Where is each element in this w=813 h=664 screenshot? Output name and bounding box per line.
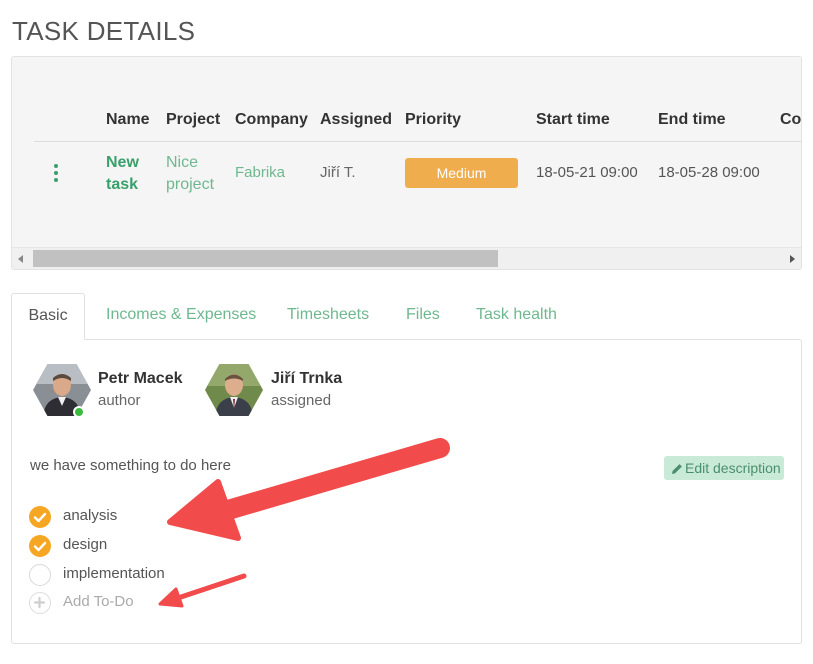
- edit-description-button[interactable]: Edit description: [664, 456, 784, 480]
- column-header-completion[interactable]: Com: [780, 111, 801, 129]
- tab-task-health[interactable]: Task health: [476, 293, 557, 340]
- todo-label[interactable]: implementation: [63, 565, 165, 582]
- task-description: we have something to do here: [30, 457, 231, 474]
- scroll-right-arrow-icon[interactable]: [790, 255, 795, 263]
- column-header-project[interactable]: Project: [166, 111, 220, 129]
- plus-icon: [33, 596, 46, 609]
- assignee-role: assigned: [271, 392, 332, 409]
- end-time-cell: 18-05-28 09:00: [658, 164, 760, 181]
- task-name-line2: task: [106, 176, 139, 193]
- checkmark-icon: [33, 541, 47, 552]
- column-header-name[interactable]: Name: [106, 111, 150, 129]
- tab-incomes-expenses[interactable]: Incomes & Expenses: [106, 293, 256, 340]
- checkmark-icon: [33, 512, 47, 523]
- column-header-end-time[interactable]: End time: [658, 111, 726, 129]
- online-status-icon: [73, 406, 85, 418]
- todo-label[interactable]: analysis: [63, 507, 117, 524]
- assignee-name[interactable]: Jiří Trnka: [271, 370, 342, 388]
- company-link[interactable]: Fabrika: [235, 164, 285, 181]
- horizontal-scrollbar[interactable]: [12, 247, 801, 269]
- task-name-line1: New: [106, 154, 139, 171]
- project-link[interactable]: Nice project: [166, 152, 226, 196]
- start-time-cell: 18-05-21 09:00: [536, 164, 638, 181]
- page-title: TASK DETAILS: [12, 16, 196, 46]
- todo-checkbox-checked[interactable]: [29, 535, 51, 557]
- assigned-cell: Jiří T.: [320, 164, 356, 181]
- scroll-left-arrow-icon[interactable]: [18, 255, 23, 263]
- scrollbar-thumb[interactable]: [33, 250, 498, 267]
- header-divider: [34, 141, 801, 142]
- task-table-panel: Name Project Company Assigned Priority S…: [11, 56, 802, 270]
- author-name[interactable]: Petr Macek: [98, 370, 183, 388]
- column-header-company[interactable]: Company: [235, 111, 308, 129]
- author-role: author: [98, 392, 141, 409]
- project-line2: project: [166, 176, 215, 193]
- add-todo-label[interactable]: Add To-Do: [63, 593, 134, 610]
- column-header-start-time[interactable]: Start time: [536, 111, 610, 129]
- task-name-link[interactable]: New task: [106, 152, 156, 196]
- todo-label[interactable]: design: [63, 536, 107, 553]
- detail-tabs: Basic Incomes & Expenses Timesheets File…: [11, 293, 802, 340]
- tab-timesheets[interactable]: Timesheets: [287, 293, 369, 340]
- column-header-assigned[interactable]: Assigned: [320, 111, 392, 129]
- tab-basic[interactable]: Basic: [11, 293, 85, 340]
- column-header-priority[interactable]: Priority: [405, 111, 461, 129]
- todo-checkbox-checked[interactable]: [29, 506, 51, 528]
- task-table: Name Project Company Assigned Priority S…: [12, 57, 801, 247]
- edit-description-label: Edit description: [685, 460, 781, 476]
- project-line1: Nice: [166, 154, 199, 171]
- todo-checkbox-unchecked[interactable]: [29, 564, 51, 586]
- priority-badge: Medium: [405, 158, 518, 188]
- tab-files[interactable]: Files: [406, 293, 440, 340]
- row-menu-icon[interactable]: [52, 164, 60, 184]
- pencil-icon: [672, 464, 682, 474]
- add-todo-button[interactable]: [29, 592, 51, 614]
